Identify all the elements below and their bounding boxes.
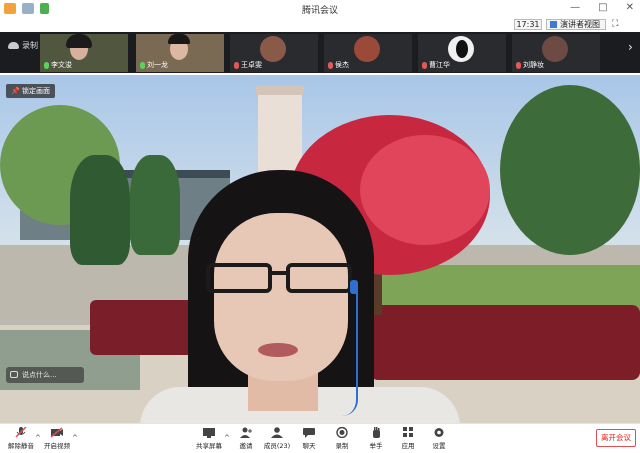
- leave-meeting-button[interactable]: 离开会议: [596, 429, 636, 447]
- mic-muted-icon: [15, 427, 27, 438]
- participant-hair: [168, 34, 190, 44]
- share-screen-label: 共享屏幕: [196, 442, 222, 450]
- mic-off-icon: [422, 61, 427, 69]
- invite-button[interactable]: 邀请: [229, 427, 263, 450]
- bottom-toolbar: 解除静音 ^ 开启视频 ^ 共享屏幕 ^ 邀请 成员(23) 聊天 录制 举手 …: [0, 423, 640, 453]
- recording-label: 录制: [22, 41, 38, 50]
- chat-placeholder: 说点什么...: [22, 371, 57, 379]
- avatar: [260, 36, 286, 62]
- chat-button[interactable]: 聊天: [292, 427, 326, 450]
- video-background-hedge: [90, 300, 200, 355]
- participant-tile[interactable]: 王卓雯: [230, 34, 318, 72]
- view-layout-icon: [550, 21, 557, 28]
- title-bar: 腾讯会议 — □ ✕: [0, 0, 640, 18]
- minimize-icon[interactable]: —: [570, 2, 580, 13]
- strip-right-arrow-icon[interactable]: ›: [628, 40, 638, 60]
- participant-name: 曹江华: [429, 61, 450, 69]
- record-button[interactable]: 录制: [325, 427, 359, 450]
- video-background-tree: [70, 155, 130, 265]
- header-bar: 17:31 演讲者视图 ⛶: [0, 18, 640, 32]
- apps-button[interactable]: 应用: [391, 427, 425, 450]
- apps-label: 应用: [401, 442, 415, 450]
- settings-button[interactable]: 设置: [422, 427, 456, 450]
- camera-off-icon: [50, 427, 63, 438]
- members-label: 成员(23): [263, 442, 291, 450]
- participant-tile[interactable]: 侯杰: [324, 34, 412, 72]
- participant-name: 王卓雯: [241, 61, 262, 69]
- lock-view-label: 锁定画面: [21, 87, 50, 95]
- participant-tile[interactable]: 刘一龙: [136, 34, 224, 72]
- participant-name: 刘一龙: [147, 61, 168, 69]
- participant-tile[interactable]: 刘静妆: [512, 34, 600, 72]
- strip-left-arrow-icon[interactable]: [2, 40, 12, 60]
- members-button[interactable]: 成员(23): [260, 427, 294, 450]
- participant-strip: 录制 李文浚 刘一龙 王卓雯 侯杰 曹江华 刘静妆 ›: [0, 32, 640, 73]
- avatar: [354, 36, 380, 62]
- recording-indicator: 录制: [8, 40, 38, 51]
- unmute-label: 解除静音: [8, 442, 34, 450]
- main-video[interactable]: [0, 75, 640, 423]
- participant-name: 李文浚: [51, 61, 72, 69]
- share-screen-button[interactable]: 共享屏幕: [192, 427, 226, 450]
- chat-input[interactable]: 说点什么...: [6, 367, 84, 383]
- pin-icon: 📌: [11, 87, 20, 95]
- speaker-mouth: [258, 343, 298, 357]
- video-background-tree: [500, 85, 640, 255]
- invite-icon: [240, 427, 252, 438]
- start-video-button[interactable]: 开启视频: [40, 427, 74, 450]
- mic-off-icon: [516, 61, 521, 69]
- video-background-hedge: [370, 305, 640, 380]
- apps-grid-icon: [403, 427, 413, 437]
- raise-hand-button[interactable]: 举手: [359, 427, 393, 450]
- gear-icon: [434, 428, 444, 437]
- fullscreen-icon[interactable]: ⛶: [612, 19, 618, 29]
- view-label: 演讲者视图: [560, 20, 600, 29]
- window-title: 腾讯会议: [301, 6, 338, 16]
- meeting-time: 17:31: [514, 19, 542, 30]
- video-options-caret-icon[interactable]: ^: [72, 434, 78, 442]
- mic-off-icon: [328, 61, 333, 69]
- share-screen-icon: [203, 428, 215, 438]
- chat-icon: [303, 428, 315, 438]
- settings-label: 设置: [432, 442, 446, 450]
- invite-label: 邀请: [239, 442, 253, 450]
- view-switch-button[interactable]: 演讲者视图: [546, 19, 606, 30]
- mic-on-icon: [44, 61, 49, 69]
- video-background-tower: [256, 85, 304, 175]
- avatar-silhouette: [456, 40, 468, 58]
- participant-name: 刘静妆: [523, 61, 544, 69]
- mic-on-icon: [140, 61, 145, 69]
- unmute-button[interactable]: 解除静音: [4, 427, 38, 450]
- speaker-earphone-wire: [330, 291, 358, 416]
- raise-hand-label: 举手: [369, 442, 383, 450]
- participant-tile[interactable]: 李文浚: [40, 34, 128, 72]
- start-video-label: 开启视频: [44, 442, 70, 450]
- chat-label: 聊天: [302, 442, 316, 450]
- participant-tile[interactable]: 曹江华: [418, 34, 506, 72]
- chat-bubble-icon: [10, 371, 18, 378]
- record-icon: [336, 427, 348, 438]
- members-icon: [271, 427, 283, 438]
- close-icon[interactable]: ✕: [626, 2, 634, 13]
- mic-off-icon: [234, 61, 239, 69]
- video-background-blossom-tree: [360, 135, 490, 245]
- participant-name: 侯杰: [335, 61, 349, 69]
- lock-view-button[interactable]: 📌 锁定画面: [6, 84, 55, 98]
- maximize-icon[interactable]: □: [598, 2, 607, 13]
- avatar: [542, 36, 568, 62]
- raise-hand-icon: [373, 427, 380, 438]
- record-label: 录制: [335, 442, 349, 450]
- video-background-tree: [130, 155, 180, 255]
- participant-hair: [66, 34, 92, 48]
